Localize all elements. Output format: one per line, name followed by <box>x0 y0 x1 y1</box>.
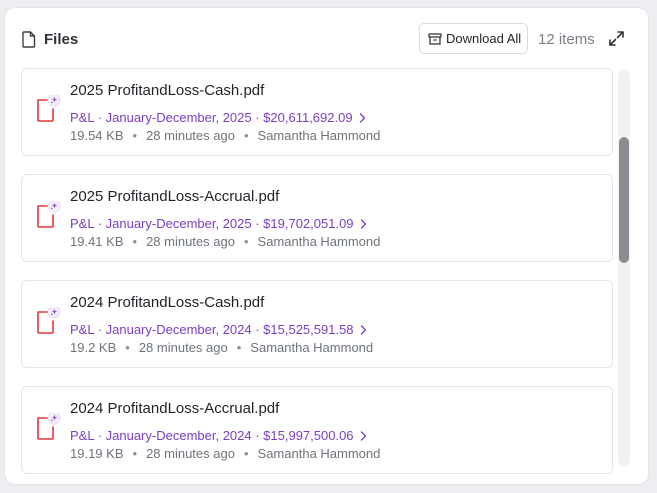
chevron-right-icon <box>359 113 365 123</box>
file-name[interactable]: 2024 ProfitandLoss-Cash.pdf <box>70 294 264 312</box>
chevron-right-icon <box>360 219 366 229</box>
download-all-label: Download All <box>446 31 522 46</box>
file-time: 28 minutes ago <box>138 340 228 355</box>
file-author: Samantha Hammond <box>257 446 381 461</box>
file-card[interactable]: 2024 ProfitandLoss-Accrual.pdf P&L · Jan… <box>21 386 613 474</box>
scrollbar-track[interactable] <box>618 70 630 466</box>
file-info: 19.19 KB • 28 minutes ago • Samantha Hammond <box>70 446 381 461</box>
files-header: Files Download All 12 items <box>5 8 648 68</box>
items-count: 12 items <box>538 31 595 48</box>
file-size: 19.54 KB <box>70 128 124 143</box>
file-time: 28 minutes ago <box>146 128 235 143</box>
file-summary: P&L · January-December, 2025 · $19,702,0… <box>70 216 354 231</box>
file-summary: P&L · January-December, 2024 · $15,525,5… <box>70 322 354 337</box>
file-card[interactable]: 2025 ProfitandLoss-Accrual.pdf P&L · Jan… <box>21 174 613 262</box>
file-author: Samantha Hammond <box>257 234 381 249</box>
panel-title: Files <box>44 31 79 48</box>
file-info: 19.54 KB • 28 minutes ago • Samantha Hammond <box>70 128 381 143</box>
file-summary: P&L · January-December, 2024 · $15,997,5… <box>70 428 354 443</box>
scrollbar-thumb[interactable] <box>619 137 629 263</box>
pdf-file-icon <box>37 201 61 228</box>
file-summary-link[interactable]: P&L · January-December, 2025 · $20,611,6… <box>70 110 366 126</box>
chevron-right-icon <box>360 325 366 335</box>
file-summary-link[interactable]: P&L · January-December, 2025 · $19,702,0… <box>70 216 367 232</box>
file-name[interactable]: 2025 ProfitandLoss-Accrual.pdf <box>70 188 279 206</box>
expand-icon[interactable] <box>608 30 625 47</box>
file-size: 19.19 KB <box>70 446 124 461</box>
file-time: 28 minutes ago <box>146 446 235 461</box>
file-icon <box>22 31 36 48</box>
file-card[interactable]: 2024 ProfitandLoss-Cash.pdf P&L · Januar… <box>21 280 613 368</box>
file-info: 19.41 KB • 28 minutes ago • Samantha Hammond <box>70 234 381 249</box>
file-summary: P&L · January-December, 2025 · $20,611,6… <box>70 110 353 125</box>
file-author: Samantha Hammond <box>257 128 381 143</box>
file-list[interactable]: 2025 ProfitandLoss-Cash.pdf P&L · Januar… <box>21 68 615 484</box>
file-size: 19.41 KB <box>70 234 124 249</box>
files-panel: Files Download All 12 items 2025 Profita… <box>5 8 648 484</box>
pdf-file-icon <box>37 95 61 122</box>
file-card[interactable]: 2025 ProfitandLoss-Cash.pdf P&L · Januar… <box>21 68 613 156</box>
file-name[interactable]: 2025 ProfitandLoss-Cash.pdf <box>70 82 264 100</box>
archive-icon <box>428 32 442 45</box>
file-time: 28 minutes ago <box>146 234 235 249</box>
file-summary-link[interactable]: P&L · January-December, 2024 · $15,525,5… <box>70 322 367 338</box>
file-info: 19.2 KB • 28 minutes ago • Samantha Hammond <box>70 340 374 355</box>
download-all-button[interactable]: Download All <box>419 23 528 54</box>
pdf-file-icon <box>37 413 61 440</box>
file-size: 19.2 KB <box>70 340 117 355</box>
file-summary-link[interactable]: P&L · January-December, 2024 · $15,997,5… <box>70 428 367 444</box>
pdf-file-icon <box>37 307 61 334</box>
file-author: Samantha Hammond <box>250 340 374 355</box>
file-name[interactable]: 2024 ProfitandLoss-Accrual.pdf <box>70 400 279 418</box>
chevron-right-icon <box>360 431 366 441</box>
